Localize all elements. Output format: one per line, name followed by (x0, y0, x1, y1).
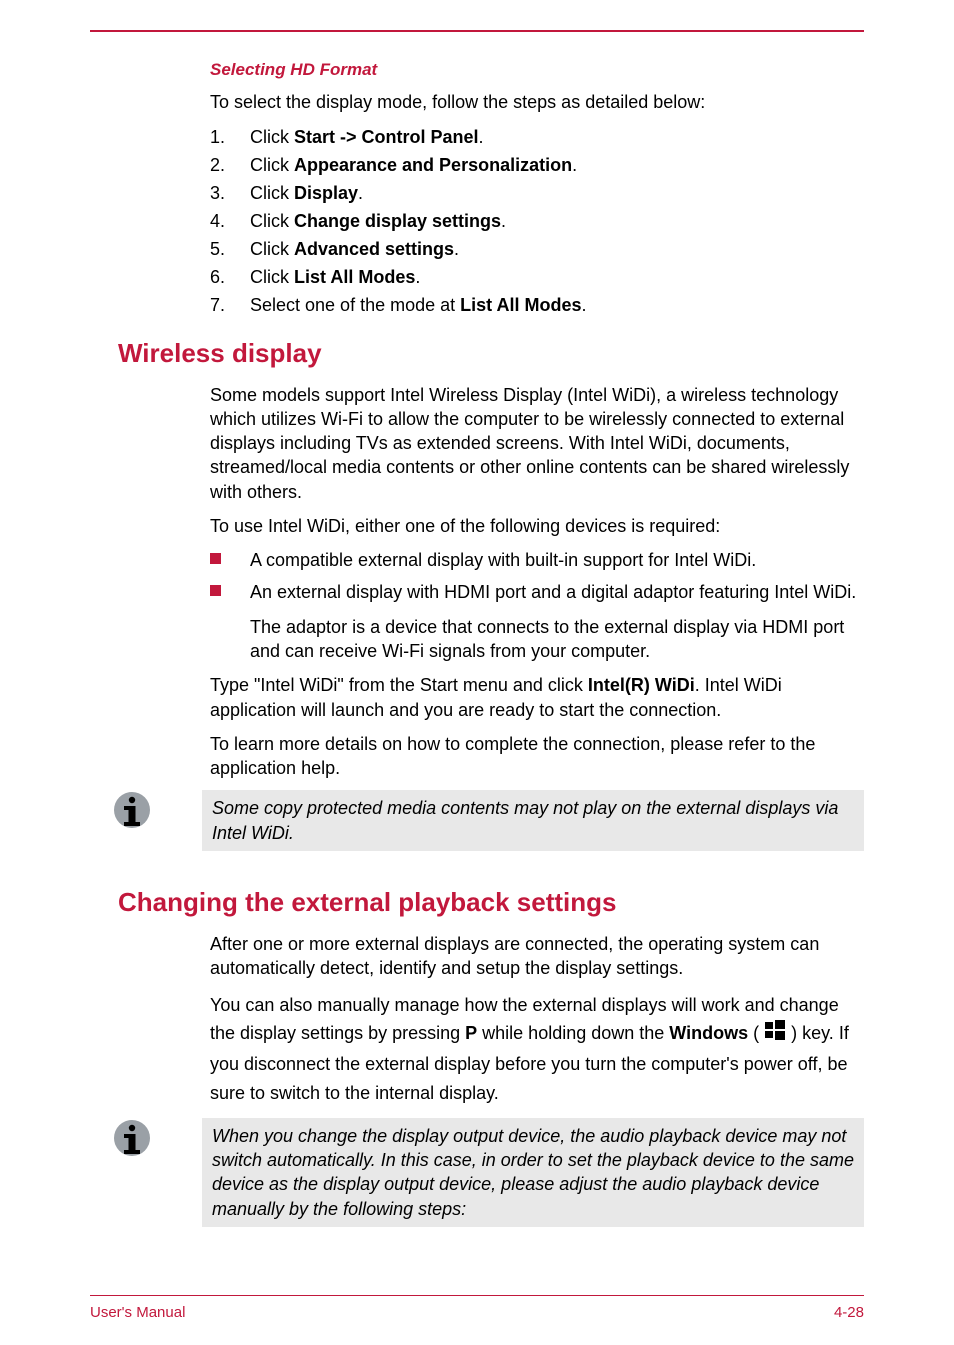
p2-b: while holding down the (477, 1024, 669, 1044)
note-text-2: When you change the display output devic… (202, 1118, 864, 1227)
step-bold: Advanced settings (294, 239, 454, 259)
note-text-1: Some copy protected media contents may n… (202, 790, 864, 851)
step-bold: Appearance and Personalization (294, 155, 572, 175)
bullet-square-icon (210, 553, 221, 564)
top-rule (90, 30, 864, 32)
bullet-text: A compatible external display with built… (250, 550, 756, 570)
step-bold: Display (294, 183, 358, 203)
step-item: Click Advanced settings. (210, 236, 864, 264)
footer: User's Manual 4-28 (90, 1295, 864, 1321)
step-post: . (358, 183, 363, 203)
p2-P: P (465, 1024, 477, 1044)
wireless-bullets: A compatible external display with built… (210, 548, 864, 663)
note-row-1: Some copy protected media contents may n… (90, 790, 864, 851)
bullet-square-icon (210, 585, 221, 596)
step-pre: Click (250, 211, 294, 231)
step-post: . (581, 295, 586, 315)
changing-p1: After one or more external displays are … (210, 932, 864, 981)
step-post: . (454, 239, 459, 259)
step-bold: List All Modes (294, 267, 415, 287)
info-icon (90, 1118, 202, 1158)
wireless-p4: To learn more details on how to complete… (210, 732, 864, 781)
footer-right: 4-28 (834, 1304, 864, 1321)
step-item: Select one of the mode at List All Modes… (210, 292, 864, 320)
step-item: Click List All Modes. (210, 264, 864, 292)
step-pre: Select one of the mode at (250, 295, 460, 315)
intro-paragraph: To select the display mode, follow the s… (210, 90, 864, 114)
step-pre: Click (250, 183, 294, 203)
bullet-subpara: The adaptor is a device that connects to… (250, 615, 864, 664)
step-post: . (572, 155, 577, 175)
step-item: Click Start -> Control Panel. (210, 124, 864, 152)
step-post: . (501, 211, 506, 231)
step-bold: Change display settings (294, 211, 501, 231)
p3-pre: Type "Intel WiDi" from the Start menu an… (210, 675, 588, 695)
step-item: Click Display. (210, 180, 864, 208)
p3-bold: Intel(R) WiDi (588, 675, 695, 695)
step-bold: Start -> Control Panel (294, 127, 479, 147)
step-pre: Click (250, 239, 294, 259)
p2-windows: Windows (669, 1024, 748, 1044)
step-item: Click Change display settings. (210, 208, 864, 236)
info-icon (90, 790, 202, 830)
step-post: . (415, 267, 420, 287)
step-pre: Click (250, 127, 294, 147)
bullet-item: A compatible external display with built… (210, 548, 864, 573)
step-post: . (479, 127, 484, 147)
footer-left: User's Manual (90, 1304, 185, 1321)
step-pre: Click (250, 155, 294, 175)
wireless-p3: Type "Intel WiDi" from the Start menu an… (210, 673, 864, 722)
note-row-2: When you change the display output devic… (90, 1118, 864, 1227)
heading-wireless-display: Wireless display (118, 338, 864, 369)
steps-list: Click Start -> Control Panel. Click Appe… (210, 124, 864, 319)
heading-changing-playback: Changing the external playback settings (118, 887, 864, 918)
page: Selecting HD Format To select the displa… (0, 0, 954, 1345)
windows-key-icon (764, 1019, 786, 1050)
bullet-text: An external display with HDMI port and a… (250, 582, 856, 602)
changing-p2: You can also manually manage how the ext… (210, 991, 864, 1108)
bullet-item: An external display with HDMI port and a… (210, 580, 864, 664)
step-bold: List All Modes (460, 295, 581, 315)
step-pre: Click (250, 267, 294, 287)
step-item: Click Appearance and Personalization. (210, 152, 864, 180)
wireless-p1: Some models support Intel Wireless Displ… (210, 383, 864, 504)
wireless-p2: To use Intel WiDi, either one of the fol… (210, 514, 864, 538)
subsection-heading: Selecting HD Format (210, 60, 864, 80)
